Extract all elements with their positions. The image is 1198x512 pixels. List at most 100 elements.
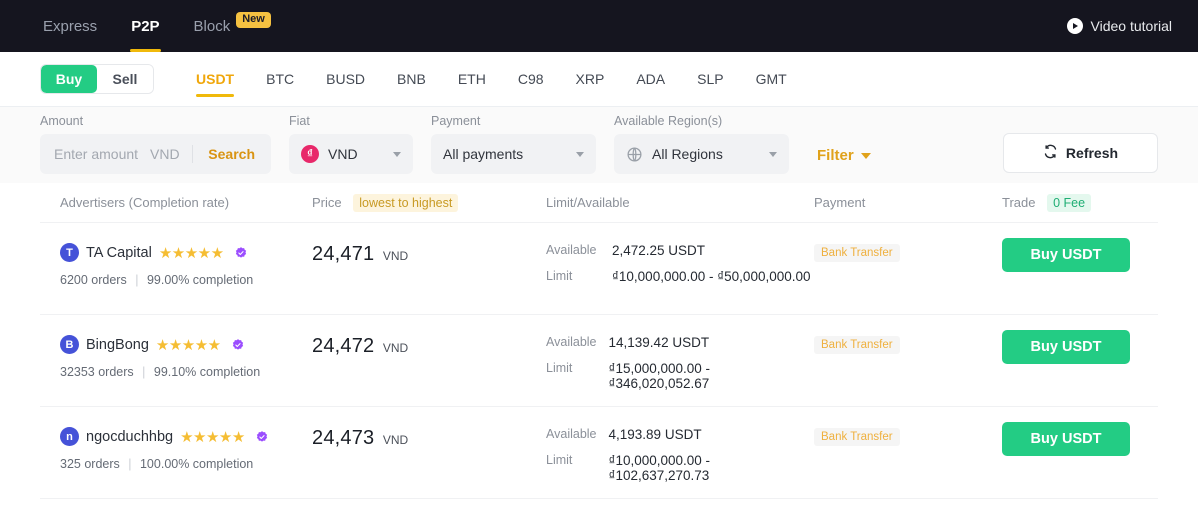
limit-available-cell: Available 2,472.25 USDT Limit ₫10,000,00… <box>546 243 814 284</box>
stats-divider: | <box>142 365 146 379</box>
advertiser-cell: n ngocduchhbg ★★★★★ 325 orders | 100.00%… <box>40 427 312 471</box>
rating-stars: ★★★★★ <box>155 336 221 354</box>
avatar: T <box>60 243 79 262</box>
refresh-label: Refresh <box>1065 145 1119 161</box>
advertiser-name[interactable]: BingBong <box>86 337 149 353</box>
payment-field-group: Payment All payments <box>431 114 596 174</box>
available-value: 14,139.42 USDT <box>608 335 710 350</box>
available-value: 4,193.89 USDT <box>608 427 702 442</box>
advertiser-identity: B BingBong ★★★★★ <box>60 335 312 354</box>
limit-label: Limit <box>546 453 573 467</box>
payment-method-badge: Bank Transfer <box>814 244 900 262</box>
buy-tab[interactable]: Buy <box>41 65 97 93</box>
verified-badge-icon <box>255 430 269 444</box>
table-row[interactable]: n ngocduchhbg ★★★★★ 325 orders | 100.00%… <box>40 407 1158 499</box>
advertiser-stats: 6200 orders | 99.00% completion <box>60 273 312 287</box>
region-select-value: All Regions <box>652 146 723 162</box>
coin-tab-slp[interactable]: SLP <box>681 52 739 107</box>
advertisers-table: Advertisers (Completion rate) Price lowe… <box>0 183 1198 499</box>
coin-tab-list: USDT BTC BUSD BNB ETH C98 XRP ADA SLP GM… <box>180 52 803 107</box>
order-count: 325 orders <box>60 457 120 471</box>
payment-label: Payment <box>431 114 481 128</box>
search-button[interactable]: Search <box>192 146 271 162</box>
price-cell: 24,473 VND <box>312 427 546 450</box>
price-currency: VND <box>382 249 409 263</box>
region-select[interactable]: All Regions <box>614 134 789 174</box>
refresh-button[interactable]: Refresh <box>1003 133 1158 173</box>
coin-tab-c98[interactable]: C98 <box>502 52 560 107</box>
limit-grid: Available 2,472.25 USDT Limit ₫10,000,00… <box>546 243 814 284</box>
coin-tab-bnb[interactable]: BNB <box>381 52 442 107</box>
coin-tab-ada[interactable]: ADA <box>620 52 681 107</box>
payment-select[interactable]: All payments <box>431 134 596 174</box>
payment-cell: Bank Transfer <box>814 243 1002 262</box>
trade-cell: Buy USDT <box>1002 238 1158 272</box>
order-count: 32353 orders <box>60 365 134 379</box>
advertiser-name[interactable]: TA Capital <box>86 245 152 261</box>
table-row[interactable]: B BingBong ★★★★★ 32353 orders | 99.10% c… <box>40 315 1158 407</box>
order-count: 6200 orders <box>60 273 127 287</box>
price-value: 24,473 <box>312 427 375 449</box>
payment-select-value: All payments <box>443 146 524 162</box>
limit-value: ₫15,000,000.00 - ₫346,020,052.67 <box>608 361 711 391</box>
verified-badge-icon <box>234 246 248 260</box>
fiat-select-value-wrap: ₫ VND <box>301 145 358 163</box>
new-badge: New <box>236 12 271 28</box>
nav-item-block-label: Block <box>193 17 231 35</box>
completion-rate: 99.10% completion <box>153 365 261 379</box>
completion-rate: 100.00% completion <box>139 457 254 471</box>
buy-usdt-button[interactable]: Buy USDT <box>1002 330 1130 364</box>
limit-value: ₫10,000,000.00 - ₫50,000,000.00 <box>611 269 811 284</box>
advertiser-identity: T TA Capital ★★★★★ <box>60 243 312 262</box>
trade-cell: Buy USDT <box>1002 422 1158 456</box>
sub-navigation-bar: Buy Sell USDT BTC BUSD BNB ETH C98 XRP A… <box>0 52 1198 107</box>
filter-button[interactable]: Filter <box>817 147 871 164</box>
amount-field-group: Amount VND Search <box>40 114 271 174</box>
coin-tab-busd[interactable]: BUSD <box>310 52 381 107</box>
header-payment: Payment <box>814 195 866 210</box>
price-value: 24,472 <box>312 335 375 357</box>
limit-grid: Available 14,139.42 USDT Limit ₫15,000,0… <box>546 335 814 391</box>
nav-item-p2p[interactable]: P2P <box>114 0 176 52</box>
table-row[interactable]: T TA Capital ★★★★★ 6200 orders | 99.00% … <box>40 223 1158 315</box>
payment-method-badge: Bank Transfer <box>814 428 900 446</box>
coin-tab-btc[interactable]: BTC <box>250 52 310 107</box>
filter-bar: Amount VND Search Fiat ₫ VND Payment All… <box>0 107 1198 183</box>
coin-tab-xrp[interactable]: XRP <box>560 52 621 107</box>
limit-grid: Available 4,193.89 USDT Limit ₫10,000,00… <box>546 427 814 483</box>
nav-item-block[interactable]: Block New <box>177 0 288 52</box>
price-currency: VND <box>382 433 409 447</box>
amount-input[interactable] <box>40 146 150 162</box>
video-tutorial-link[interactable]: Video tutorial <box>1066 0 1198 52</box>
advertiser-name[interactable]: ngocduchhbg <box>86 429 173 445</box>
payment-cell: Bank Transfer <box>814 427 1002 446</box>
sell-tab[interactable]: Sell <box>97 65 153 93</box>
video-tutorial-label: Video tutorial <box>1090 18 1172 34</box>
limit-available-cell: Available 14,139.42 USDT Limit ₫15,000,0… <box>546 335 814 391</box>
available-label: Available <box>546 335 597 349</box>
price-sort-badge[interactable]: lowest to highest <box>353 193 459 212</box>
limit-value: ₫10,000,000.00 - ₫102,637,270.73 <box>608 453 711 483</box>
top-nav-items: Express P2P Block New <box>0 0 288 52</box>
header-advertisers: Advertisers (Completion rate) <box>60 195 230 210</box>
advertiser-stats: 32353 orders | 99.10% completion <box>60 365 312 379</box>
rating-stars: ★★★★★ <box>158 244 224 262</box>
refresh-icon <box>1043 144 1058 162</box>
advertiser-stats: 325 orders | 100.00% completion <box>60 457 312 471</box>
price-currency: VND <box>382 341 409 355</box>
buy-usdt-button[interactable]: Buy USDT <box>1002 422 1130 456</box>
buy-usdt-button[interactable]: Buy USDT <box>1002 238 1130 272</box>
coin-tab-eth[interactable]: ETH <box>442 52 502 107</box>
region-select-value-wrap: All Regions <box>626 146 723 163</box>
fiat-select-value: VND <box>328 146 358 162</box>
coin-tab-gmt[interactable]: GMT <box>740 52 803 107</box>
nav-item-express[interactable]: Express <box>26 0 114 52</box>
coin-tab-usdt[interactable]: USDT <box>180 52 250 107</box>
amount-control: VND Search <box>40 134 271 174</box>
top-navigation-bar: Express P2P Block New Video tutorial <box>0 0 1198 52</box>
header-price: Price <box>312 194 342 210</box>
available-label: Available <box>546 427 597 441</box>
price-value: 24,471 <box>312 243 375 265</box>
chevron-down-icon <box>860 152 871 159</box>
fiat-select[interactable]: ₫ VND <box>289 134 413 174</box>
